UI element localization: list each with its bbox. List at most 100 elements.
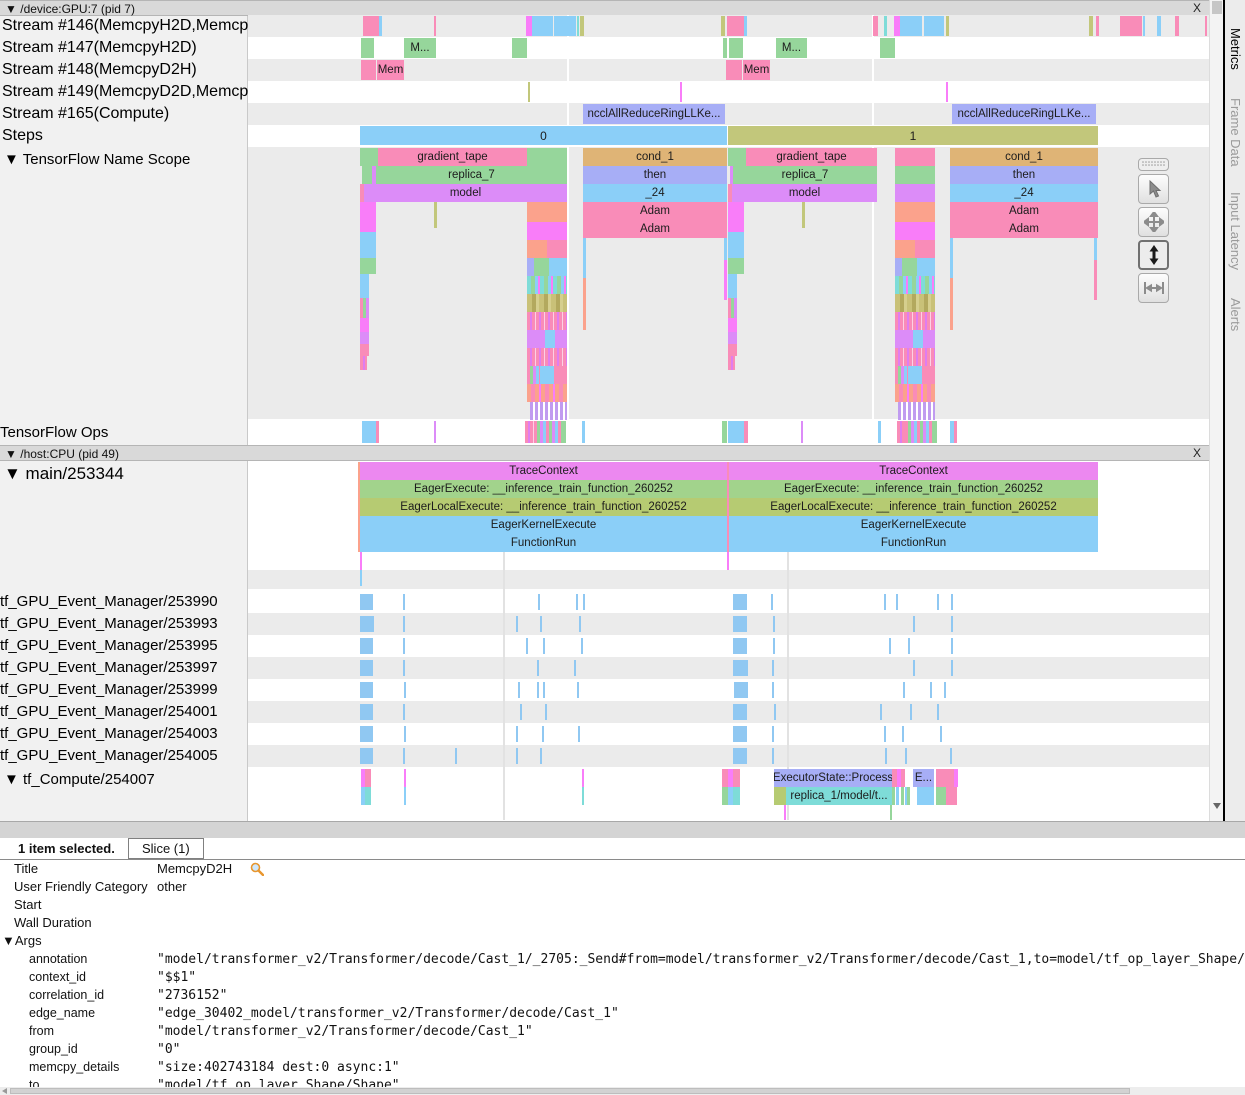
timeline-segment[interactable]: ncclAllReduceRingLLKe...: [583, 104, 725, 124]
timeline-segment[interactable]: [903, 682, 905, 698]
timeline-segment[interactable]: [744, 421, 748, 443]
timeline-segment[interactable]: [902, 726, 904, 742]
timeline-segment[interactable]: [527, 222, 567, 240]
timeline-segment[interactable]: [951, 594, 953, 610]
timeline-segment[interactable]: [889, 638, 891, 654]
timeline-segment[interactable]: gradient_tape: [378, 148, 527, 166]
timeline-segment[interactable]: [950, 278, 953, 330]
timeline-segment[interactable]: [1120, 16, 1142, 36]
timeline-segment[interactable]: [404, 726, 406, 742]
timeline-segment[interactable]: [890, 805, 892, 820]
timeline-segment[interactable]: [728, 298, 737, 318]
timeline-segment[interactable]: [540, 616, 542, 632]
timeline-segment[interactable]: Adam: [583, 220, 727, 238]
timeline-segment[interactable]: [361, 38, 374, 58]
timeline-segment[interactable]: [896, 787, 899, 805]
timeline-segment[interactable]: [728, 318, 737, 332]
timeline-segment[interactable]: TraceContext: [360, 462, 727, 480]
timeline-segment[interactable]: [527, 258, 534, 276]
timeline-segment[interactable]: [543, 682, 545, 698]
timeline-segment[interactable]: replica_7: [376, 166, 567, 184]
timeline-segment[interactable]: [403, 594, 405, 610]
timeline-segment[interactable]: [733, 638, 747, 654]
timeline-segment[interactable]: EagerExecute: __inference_train_function…: [729, 480, 1098, 498]
timeline-segment[interactable]: [538, 594, 540, 610]
timeline-segment[interactable]: [543, 638, 545, 654]
timeline-segment[interactable]: [404, 769, 406, 787]
timeline-segment[interactable]: [581, 638, 583, 654]
timeline-segment[interactable]: [527, 240, 547, 258]
timeline-segment[interactable]: [578, 726, 580, 742]
timeline-segment[interactable]: [360, 616, 374, 632]
timeline-segment[interactable]: [360, 298, 369, 318]
timeline-segment[interactable]: [525, 421, 534, 443]
timeline-segment[interactable]: [728, 332, 737, 344]
timeline-segment[interactable]: [951, 616, 953, 632]
timeline-segment[interactable]: [549, 258, 567, 276]
timeline-segment[interactable]: [404, 682, 406, 698]
timeline-segment[interactable]: [733, 594, 747, 610]
timeline-segment[interactable]: [583, 238, 586, 278]
timeline-segment[interactable]: [360, 148, 378, 166]
timeline-segment[interactable]: [1096, 16, 1099, 36]
timeline-segment[interactable]: [915, 240, 935, 258]
timeline-segment[interactable]: [1089, 16, 1093, 36]
timeline-segment[interactable]: [873, 16, 878, 36]
timeline-segment[interactable]: [895, 384, 935, 402]
timeline-segment[interactable]: [905, 748, 907, 764]
timeline-segment[interactable]: [516, 748, 518, 764]
timeline-segment[interactable]: then: [950, 166, 1098, 184]
timeline-segment[interactable]: [733, 748, 747, 764]
timeline-segment[interactable]: [579, 616, 581, 632]
timeline-segment[interactable]: [376, 421, 379, 443]
timeline-segment[interactable]: [434, 421, 436, 443]
timeline-segment[interactable]: [908, 366, 922, 384]
timeline-segment[interactable]: FunctionRun: [729, 534, 1098, 552]
timeline-segment[interactable]: [1143, 16, 1145, 36]
timeline-segment[interactable]: [360, 704, 373, 720]
timing-tool-button[interactable]: [1138, 273, 1169, 303]
timeline-segment[interactable]: [404, 787, 406, 805]
timeline-segment[interactable]: [950, 238, 953, 278]
row-label[interactable]: ▼ main/253344: [4, 464, 124, 484]
timeline-segment[interactable]: [772, 660, 774, 676]
timeline-segment[interactable]: [542, 726, 544, 742]
timeline-segment[interactable]: [1094, 238, 1097, 260]
timeline-segment[interactable]: [728, 356, 735, 370]
gpu-panel-title[interactable]: ▼ /device:GPU:7 (pid 7): [5, 2, 135, 16]
sidebar-tab-alerts[interactable]: Alerts: [1228, 298, 1243, 331]
timeline-segment[interactable]: [360, 318, 369, 332]
pan-tool-button[interactable]: [1138, 207, 1169, 237]
timeline-segment[interactable]: [773, 638, 775, 654]
timeline-segment[interactable]: [895, 148, 935, 166]
timeline-segment[interactable]: [940, 726, 942, 742]
timeline-segment[interactable]: [901, 787, 904, 805]
timeline-segment[interactable]: [547, 240, 567, 258]
timeline-segment[interactable]: [895, 222, 935, 240]
timeline-segment[interactable]: [902, 258, 917, 276]
timeline-segment[interactable]: [722, 421, 727, 443]
timeline-segment[interactable]: [360, 344, 369, 356]
timeline-segment[interactable]: [723, 38, 727, 58]
timeline-segment[interactable]: [455, 748, 457, 764]
timeline-segment[interactable]: [729, 38, 743, 58]
timeline-segment[interactable]: [892, 787, 895, 805]
timeline-segment[interactable]: [527, 330, 545, 348]
timeline-segment[interactable]: [582, 421, 585, 443]
timeline-segment[interactable]: [527, 276, 567, 294]
timeline-segment[interactable]: M...: [404, 38, 436, 58]
timeline-segment[interactable]: [360, 258, 376, 274]
timeline-segment[interactable]: [880, 38, 895, 58]
timeline-segment[interactable]: [362, 421, 376, 443]
zoom-tool-button[interactable]: [1138, 240, 1169, 270]
timeline-segment[interactable]: [360, 682, 373, 698]
timeline-segment[interactable]: [946, 82, 948, 102]
timeline-segment[interactable]: [772, 726, 774, 742]
timeline-segment[interactable]: [950, 748, 952, 764]
timeline-segment[interactable]: [728, 232, 744, 258]
timeline-segment[interactable]: [884, 16, 887, 36]
timeline-segment[interactable]: [728, 274, 737, 298]
timeline-segment[interactable]: [878, 421, 881, 443]
timeline-segment[interactable]: [360, 748, 373, 764]
timeline-segment[interactable]: [360, 332, 369, 344]
